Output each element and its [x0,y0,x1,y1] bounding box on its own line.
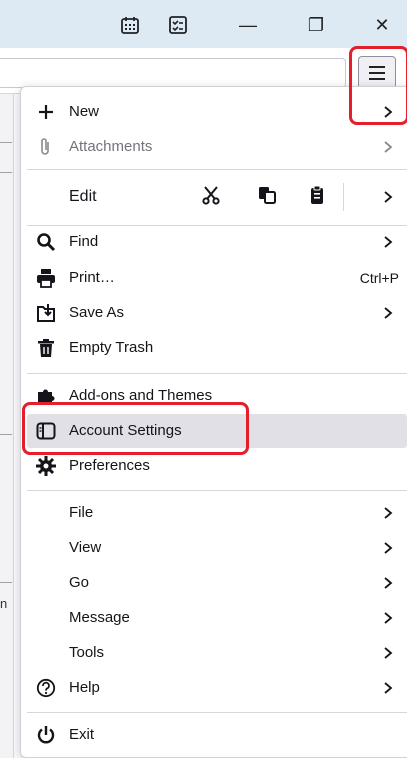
menu-separator [27,490,407,491]
print-shortcut: Ctrl+P [359,270,399,286]
help-icon [35,677,57,699]
chevron-right-icon [381,303,395,323]
minimize-button[interactable]: — [228,10,268,40]
edit-row-divider [343,183,344,211]
save-icon [35,302,57,324]
menu-item-tools[interactable]: Tools [27,636,407,670]
copy-icon [257,185,277,210]
chevron-right-icon [381,503,395,523]
menu-separator [27,712,407,713]
app-menu-button[interactable] [358,56,396,90]
app-menu-panel: New Attachments Edit Find Print… Ctrl+P … [20,86,407,758]
chevron-right-icon [381,643,395,663]
menu-item-attachments[interactable]: Attachments [27,130,407,164]
background-text-fragment: n [0,596,8,611]
menu-item-find[interactable]: Find [27,225,407,259]
menu-item-help[interactable]: Help [27,671,407,705]
menu-separator [27,169,407,170]
menu-edit-row: Edit [27,177,407,217]
tasks-icon[interactable] [167,14,189,36]
menu-item-save-as[interactable]: Save As [27,296,407,330]
menu-item-preferences[interactable]: Preferences [27,449,407,483]
chevron-right-icon [381,573,395,593]
folder-pane-edge [0,94,14,758]
copy-button[interactable] [253,183,281,211]
menu-separator [27,373,407,374]
chevron-right-icon [381,538,395,558]
menu-item-file[interactable]: File [27,496,407,530]
chevron-right-icon [381,232,395,252]
chevron-right-icon[interactable] [381,187,395,207]
paperclip-icon [35,136,57,158]
power-icon [35,724,57,746]
menu-item-print[interactable]: Print… Ctrl+P [27,261,407,295]
menu-item-go[interactable]: Go [27,566,407,600]
chevron-right-icon [381,608,395,628]
menu-item-view[interactable]: View [27,531,407,565]
plus-icon [35,101,57,123]
menu-item-exit[interactable]: Exit [27,718,407,752]
restore-button[interactable]: ❐ [296,10,336,40]
close-button[interactable]: ✕ [362,10,402,40]
search-icon [35,231,57,253]
chevron-right-icon [381,678,395,698]
scissors-icon [201,185,221,210]
hamburger-icon [369,66,385,68]
printer-icon [35,267,57,289]
account-settings-icon [35,420,57,442]
trash-icon [35,337,57,359]
menu-item-message[interactable]: Message [27,601,407,635]
title-bar: — ❐ ✕ [0,0,407,48]
thunderbird-window: — ❐ ✕ n New Attachments Edit Find Print…… [0,0,407,758]
menu-item-addons[interactable]: Add-ons and Themes [27,379,407,413]
cut-button[interactable] [197,183,225,211]
chevron-right-icon [381,102,395,122]
puzzle-icon [35,385,57,407]
calendar-icon[interactable] [119,14,141,36]
menu-item-account-settings[interactable]: Account Settings [27,414,407,448]
paste-button[interactable] [303,183,331,211]
search-input[interactable] [0,58,346,88]
gear-icon [35,455,57,477]
menu-item-empty-trash[interactable]: Empty Trash [27,331,407,365]
menu-item-new[interactable]: New [27,95,407,129]
chevron-right-icon [381,137,395,157]
clipboard-icon [307,185,327,210]
